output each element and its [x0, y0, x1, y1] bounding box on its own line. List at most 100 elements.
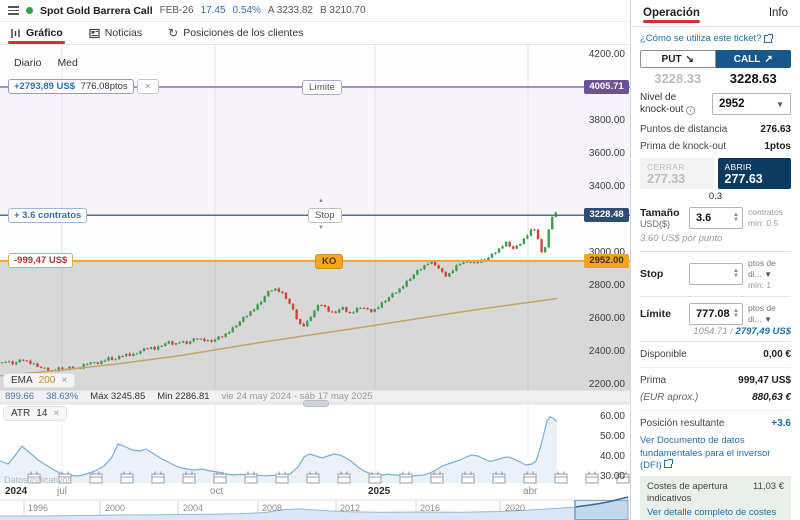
- tab-noticias[interactable]: Noticias: [89, 22, 142, 44]
- x-axis-label: oct: [210, 486, 223, 497]
- cerrar-label: CERRAR: [647, 162, 685, 172]
- put-button[interactable]: PUT ↘: [640, 50, 716, 68]
- limite-left-chip[interactable]: +2793,89 US$ 776.08ptos ×: [8, 79, 159, 94]
- remove-limite-icon[interactable]: ×: [137, 79, 159, 94]
- abrir-price: 277.63: [725, 172, 763, 186]
- minimap-year-label: 1996: [28, 503, 48, 513]
- ema-indicator-chip[interactable]: EMA 200 ×: [4, 374, 74, 387]
- stop-drag-down-icon[interactable]: ▼: [318, 225, 324, 231]
- tab-posiciones-label: Posiciones de los clientes: [183, 27, 303, 39]
- atr-indicator-chip[interactable]: ATR 14 ×: [4, 407, 66, 420]
- client-sentiment-icon: ↻: [168, 27, 178, 39]
- stop-price-tag: 3228.48: [584, 208, 629, 222]
- limite-input[interactable]: 777.08 ▲▼: [689, 303, 743, 325]
- stop-min: min: 1: [748, 280, 791, 291]
- panel-resize-handle[interactable]: [303, 400, 329, 407]
- change-value: 17.45: [201, 5, 226, 16]
- atr-axis-tick: 40.00: [545, 451, 625, 462]
- stat-max: Máx 3245.85: [90, 391, 145, 402]
- x-axis-label: 2024: [5, 486, 27, 497]
- knockout-level-select[interactable]: 2952 ▼: [712, 93, 791, 115]
- limite-unit-select[interactable]: ptos de di... ▼: [748, 303, 791, 325]
- ticket-tabs: Operación Info: [631, 0, 800, 27]
- abrir-button[interactable]: ABRIR 277.63: [718, 158, 792, 189]
- stop-size-value: + 3.6 contratos: [8, 208, 87, 223]
- premium-ko-value: 1ptos: [764, 141, 791, 152]
- chart-icon: [10, 28, 21, 39]
- minimap-year-label: 2012: [340, 503, 360, 513]
- how-to-use-link[interactable]: ¿Cómo se utiliza este ticket?: [640, 33, 791, 44]
- change-percent: 0.54%: [233, 5, 261, 16]
- stop-line-label[interactable]: Stop: [308, 208, 342, 223]
- tab-operacion[interactable]: Operación: [643, 0, 700, 26]
- stop-left-chip[interactable]: + 3.6 contratos: [8, 208, 87, 223]
- indicative-data-watermark: Datos indicativos: [4, 475, 72, 485]
- ko-line-label[interactable]: KO: [315, 254, 343, 269]
- buy-price: B 3210.70: [320, 5, 366, 16]
- put-label: PUT: [662, 54, 682, 65]
- ko-price-tag: 2952.00: [584, 254, 629, 268]
- limite-value: 777.08: [696, 308, 730, 320]
- call-arrow-icon: ↗: [764, 54, 772, 65]
- stop-field-label: Stop: [640, 268, 684, 280]
- chart-controls: Diario Med: [14, 57, 78, 69]
- y-axis-tick: 2400.00: [545, 346, 625, 357]
- tab-info[interactable]: Info: [769, 0, 788, 26]
- minimap-year-label: 2004: [183, 503, 203, 513]
- trading-app: Spot Gold Barrera Call FEB-26 17.45 0.54…: [0, 0, 800, 520]
- ko-left-chip[interactable]: -999,47 US$: [8, 253, 73, 268]
- minimap-year-label: 2008: [262, 503, 282, 513]
- size-currency: USD($): [640, 219, 684, 229]
- call-button[interactable]: CALL ↗: [716, 50, 792, 68]
- tab-noticias-label: Noticias: [105, 27, 142, 39]
- y-axis-tick: 2200.00: [545, 379, 625, 390]
- put-price: 3228.33: [640, 71, 716, 88]
- info-icon[interactable]: i: [686, 106, 695, 115]
- premium-ko-label: Prima de knock-out: [640, 141, 726, 152]
- limite-points-value: 776.08ptos: [81, 81, 128, 92]
- tab-grafico[interactable]: Gráfico: [10, 22, 63, 44]
- position-value: +3.6: [771, 418, 791, 429]
- costs-box: Costes de apertura indicativos 11,03 € V…: [640, 476, 791, 520]
- disponible-value: 0,00 €: [763, 349, 791, 360]
- view-tabs: Gráfico Noticias ↻ Posiciones de los cli…: [0, 22, 630, 45]
- stop-input[interactable]: ▲▼: [689, 263, 743, 285]
- news-icon: [89, 28, 100, 39]
- limite-line-label[interactable]: Límite: [302, 80, 342, 95]
- size-input[interactable]: 3.6 ▲▼: [689, 207, 743, 229]
- cerrar-button[interactable]: CERRAR 277.33: [640, 158, 714, 189]
- stat-percent: 38.63%: [46, 391, 78, 402]
- costs-label: Costes de apertura indicativos: [647, 481, 739, 505]
- abrir-label: ABRIR: [725, 162, 752, 172]
- menu-icon[interactable]: [8, 6, 19, 15]
- stepper-arrows-icon[interactable]: ▲▼: [733, 213, 739, 223]
- stepper-arrows-icon[interactable]: ▲▼: [733, 269, 739, 279]
- position-label: Posición resultante: [640, 418, 725, 429]
- remove-atr-icon[interactable]: ×: [53, 408, 59, 419]
- minimap-year-label: 2000: [105, 503, 125, 513]
- size-value: 3.6: [696, 212, 711, 224]
- external-link-icon: [764, 35, 772, 43]
- chart-type-select[interactable]: Med: [57, 57, 77, 69]
- stop-unit-select[interactable]: ptos de di... ▼: [748, 258, 791, 280]
- timeframe-select[interactable]: Diario: [14, 57, 41, 69]
- open-close-toggle: CERRAR 277.33 ABRIR 277.63: [640, 158, 791, 189]
- dfi-document-link[interactable]: Ver Documento de datos fundamentales par…: [640, 435, 791, 472]
- per-point-note: 3.60 US$ por punto: [640, 233, 791, 244]
- y-axis-tick: 2600.00: [545, 313, 625, 324]
- remove-ema-icon[interactable]: ×: [61, 375, 67, 386]
- costs-detail-link[interactable]: Ver detalle completo de costes: [647, 507, 784, 518]
- limite-field-label: Límite: [640, 308, 684, 320]
- stepper-arrows-icon[interactable]: ▲▼: [733, 309, 739, 319]
- size-label: Tamaño: [640, 207, 684, 219]
- prima-value: 999,47 US$: [738, 375, 791, 386]
- minimap-year-label: 2020: [505, 503, 525, 513]
- stop-drag-up-icon[interactable]: ▲: [318, 198, 324, 204]
- ticket-panel: Operación Info ¿Cómo se utiliza este tic…: [630, 0, 800, 520]
- sell-price: A 3233.82: [268, 5, 313, 16]
- distance-value: 276.63: [760, 124, 791, 135]
- chevron-down-icon: ▼: [776, 100, 784, 109]
- chart-area[interactable]: Spot Gold Barrera Call FEB-26 17.45 0.54…: [0, 0, 630, 520]
- ema-label: EMA: [11, 375, 33, 386]
- tab-posiciones[interactable]: ↻ Posiciones de los clientes: [168, 22, 303, 44]
